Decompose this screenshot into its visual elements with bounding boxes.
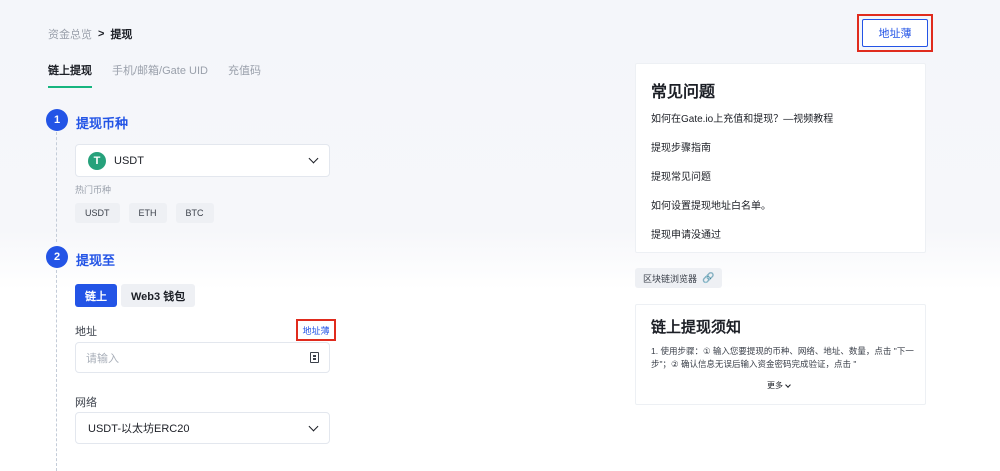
web3-wallet-option[interactable]: Web3 钱包 — [121, 284, 196, 307]
tab-on-chain-withdraw[interactable]: 链上提现 — [48, 62, 92, 88]
address-book-button[interactable]: 地址薄 — [862, 19, 928, 47]
hot-coins-label: 热门币种 — [75, 185, 112, 195]
address-book-highlight-box: 地址薄 — [857, 14, 933, 52]
breadcrumb: 资金总览 > 提现 — [48, 26, 132, 42]
hot-coin-usdt[interactable]: USDT — [75, 203, 120, 223]
notice-title: 链上提现须知 — [651, 319, 742, 336]
step-1-badge: 1 — [46, 109, 68, 131]
more-button[interactable]: 更多 — [767, 380, 791, 391]
address-label: 地址 — [75, 326, 97, 338]
address-input-placeholder: 请输入 — [86, 352, 119, 365]
faq-item-video-tutorial[interactable]: 如何在Gate.io上充值和提现？—视频教程 — [651, 110, 833, 125]
on-chain-option[interactable]: 链上 — [75, 284, 117, 307]
chevron-down-icon — [308, 421, 319, 431]
tab-recharge-code[interactable]: 充值码 — [228, 62, 261, 88]
address-book-inline-highlight-box: 地址薄 — [296, 319, 336, 341]
link-icon: 🔗 — [702, 272, 715, 284]
notice-text: 1. 使用步骤：① 输入您要提现的币种、网络、地址、数量，点击 "下一步"；② … — [651, 346, 914, 369]
step-2-title: 提现至 — [76, 253, 116, 268]
address-book-link[interactable]: 地址薄 — [302, 324, 329, 337]
more-label: 更多 — [767, 381, 783, 390]
chevron-down-icon — [785, 381, 791, 388]
faq-item-rejected[interactable]: 提现申请没通过 — [651, 226, 721, 241]
breadcrumb-separator: > — [98, 28, 105, 40]
faq-item-steps-guide[interactable]: 提现步骤指南 — [651, 139, 711, 154]
destination-toggle: 链上 Web3 钱包 — [75, 284, 196, 307]
step-1-title: 提现币种 — [76, 116, 129, 131]
hot-coin-eth[interactable]: ETH — [128, 203, 167, 223]
breadcrumb-current: 提现 — [110, 29, 133, 41]
breadcrumb-parent-link[interactable]: 资金总览 — [48, 26, 92, 42]
network-select[interactable]: USDT-以太坊ERC20 — [75, 412, 330, 444]
hot-coin-btc[interactable]: BTC — [175, 203, 214, 223]
coin-select-value: USDT — [114, 154, 144, 167]
faq-title: 常见问题 — [651, 84, 716, 101]
faq-item-whitelist[interactable]: 如何设置提现地址白名单。 — [651, 197, 771, 212]
coin-select[interactable]: T USDT — [75, 144, 330, 177]
chevron-down-icon — [308, 153, 319, 164]
address-input[interactable]: 请输入 — [75, 342, 330, 373]
faq-item-withdraw-faq[interactable]: 提现常见问题 — [651, 168, 711, 183]
withdraw-tabs: 链上提现 手机/邮箱/Gate UID 充值码 — [48, 62, 261, 88]
network-select-value: USDT-以太坊ERC20 — [88, 423, 190, 435]
step-2-badge: 2 — [46, 246, 68, 268]
blockchain-explorer-label: 区块链浏览器 — [643, 273, 698, 284]
tether-icon: T — [88, 151, 106, 170]
address-book-icon[interactable] — [310, 352, 319, 363]
tab-phone-email-uid[interactable]: 手机/邮箱/Gate UID — [112, 62, 208, 88]
hot-coins-list: USDT ETH BTC — [75, 203, 214, 223]
blockchain-explorer-button[interactable]: 区块链浏览器 🔗 — [635, 268, 723, 288]
network-label: 网络 — [75, 397, 97, 409]
step-connector-line — [56, 270, 57, 471]
step-connector-line — [56, 132, 57, 242]
